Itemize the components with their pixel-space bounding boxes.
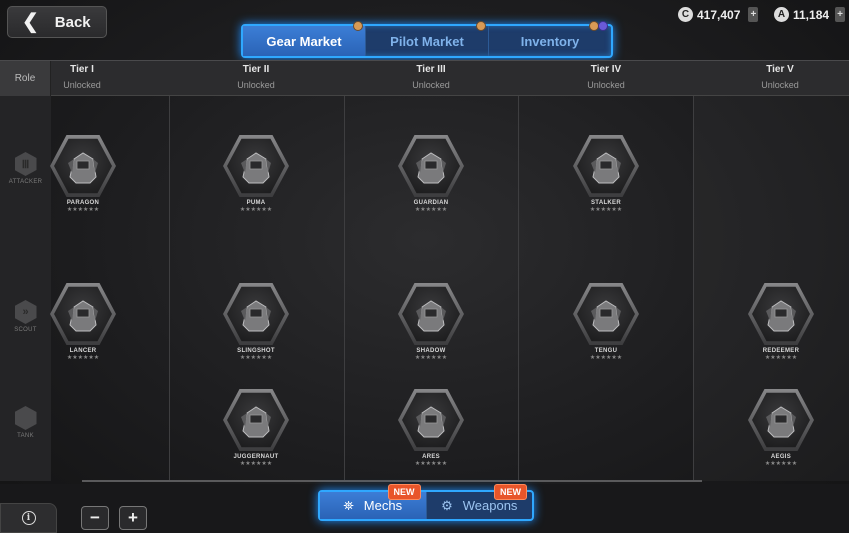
mech-icon: ⛯ xyxy=(343,497,354,513)
mech-silhouette-icon xyxy=(241,152,271,184)
mech-rating-stars: ★★★★★★ xyxy=(589,355,623,361)
tab-weapons[interactable]: ⚙ Weapons NEW xyxy=(427,484,533,519)
mech-rating-stars: ★★★★★★ xyxy=(66,355,100,361)
mech-card-paragon[interactable]: PARAGON ★★★★★★ xyxy=(43,133,123,214)
mech-portrait xyxy=(573,281,639,347)
mech-portrait xyxy=(50,281,116,347)
mech-card-guardian[interactable]: GUARDIAN ★★★★★★ xyxy=(391,133,471,214)
column-divider xyxy=(693,96,694,481)
mech-card-ares[interactable]: ARES ★★★★★★ xyxy=(391,387,471,468)
horizontal-scrollbar[interactable] xyxy=(82,480,702,482)
column-divider xyxy=(518,96,519,481)
notification-dot-purple xyxy=(598,21,608,31)
mech-portrait xyxy=(50,133,116,199)
notification-dot xyxy=(353,21,363,31)
mech-rating-stars: ★★★★★★ xyxy=(764,355,798,361)
tank-role-icon xyxy=(14,406,37,430)
tier-header: Role Tier I Unlocked Tier II Unlocked Ti… xyxy=(0,60,849,96)
tab-inventory[interactable]: Inventory xyxy=(489,21,611,56)
mech-rating-stars: ★★★★★★ xyxy=(414,355,448,361)
mech-rating-stars: ★★★★★★ xyxy=(66,207,100,213)
mech-silhouette-icon xyxy=(591,300,621,332)
mech-portrait xyxy=(398,281,464,347)
tab-gear-market[interactable]: Gear Market xyxy=(243,21,366,56)
new-badge: NEW xyxy=(387,484,421,500)
category-tabs: ⛯ Mechs NEW ⚙ Weapons NEW xyxy=(318,484,534,521)
credits-display: C 417,407 + xyxy=(678,7,759,22)
mech-silhouette-icon xyxy=(241,300,271,332)
mech-card-tengu[interactable]: TENGU ★★★★★★ xyxy=(566,281,646,362)
mech-portrait xyxy=(398,387,464,453)
tier-header-5: Tier V Unlocked xyxy=(761,64,799,90)
column-divider xyxy=(344,96,345,481)
add-credits-button[interactable]: + xyxy=(748,7,759,22)
mech-rating-stars: ★★★★★★ xyxy=(764,461,798,467)
mech-rating-stars: ★★★★★★ xyxy=(414,207,448,213)
mech-portrait xyxy=(573,133,639,199)
credits-value: 417,407 xyxy=(697,7,741,22)
credits-icon: C xyxy=(678,7,693,22)
mech-card-shadow[interactable]: SHADOW ★★★★★★ xyxy=(391,281,471,362)
mech-silhouette-icon xyxy=(68,152,98,184)
back-button[interactable]: ❮ Back xyxy=(7,6,107,38)
mech-portrait xyxy=(223,281,289,347)
info-icon: i xyxy=(21,511,36,525)
back-label: Back xyxy=(54,13,91,31)
tab-pilot-market[interactable]: Pilot Market xyxy=(366,21,489,56)
mech-card-aegis[interactable]: AEGIS ★★★★★★ xyxy=(741,387,821,468)
tier-header-4: Tier IV Unlocked xyxy=(587,64,625,90)
weapon-icon: ⚙ xyxy=(441,497,453,513)
zoom-out-button[interactable]: − xyxy=(81,506,109,530)
add-gold-button[interactable]: + xyxy=(835,7,846,22)
tier-header-1: Tier I Unlocked xyxy=(63,64,101,90)
mech-silhouette-icon xyxy=(416,300,446,332)
mech-card-juggernaut[interactable]: JUGGERNAUT ★★★★★★ xyxy=(216,387,296,468)
role-tank: TANK xyxy=(0,406,51,439)
column-divider xyxy=(169,96,170,481)
attacker-role-icon: Ⅲ xyxy=(14,152,37,176)
zoom-in-button[interactable]: + xyxy=(119,506,147,530)
mech-card-puma[interactable]: PUMA ★★★★★★ xyxy=(216,133,296,214)
mech-card-stalker[interactable]: STALKER ★★★★★★ xyxy=(566,133,646,214)
mech-portrait xyxy=(398,133,464,199)
mech-silhouette-icon xyxy=(766,406,796,438)
mech-silhouette-icon xyxy=(591,152,621,184)
info-button[interactable]: i xyxy=(0,503,57,533)
tier-header-3: Tier III Unlocked xyxy=(412,64,450,90)
gold-display: A 11,184 + xyxy=(774,7,846,22)
mech-rating-stars: ★★★★★★ xyxy=(239,461,273,467)
mech-silhouette-icon xyxy=(766,300,796,332)
notification-dot xyxy=(476,21,486,31)
mech-silhouette-icon xyxy=(241,406,271,438)
tab-mechs[interactable]: ⛯ Mechs NEW xyxy=(320,484,427,519)
gold-icon: A xyxy=(774,7,789,22)
mech-silhouette-icon xyxy=(416,406,446,438)
mech-silhouette-icon xyxy=(416,152,446,184)
gold-value: 11,184 xyxy=(793,7,830,22)
new-badge: NEW xyxy=(494,484,527,500)
tier-header-2: Tier II Unlocked xyxy=(237,64,275,90)
mech-card-redeemer[interactable]: REDEEMER ★★★★★★ xyxy=(741,281,821,362)
mech-portrait xyxy=(223,133,289,199)
mech-rating-stars: ★★★★★★ xyxy=(239,355,273,361)
mech-rating-stars: ★★★★★★ xyxy=(414,461,448,467)
mech-rating-stars: ★★★★★★ xyxy=(239,207,273,213)
mech-portrait xyxy=(223,387,289,453)
mech-card-slingshot[interactable]: SLINGSHOT ★★★★★★ xyxy=(216,281,296,362)
mech-portrait xyxy=(748,281,814,347)
mech-silhouette-icon xyxy=(68,300,98,332)
scout-role-icon: » xyxy=(14,300,37,324)
mech-card-lancer[interactable]: LANCER ★★★★★★ xyxy=(43,281,123,362)
chevron-left-icon: ❮ xyxy=(22,11,39,33)
market-tabs: Gear Market Pilot Market Inventory xyxy=(241,21,613,58)
mech-rating-stars: ★★★★★★ xyxy=(589,207,623,213)
mech-portrait xyxy=(748,387,814,453)
